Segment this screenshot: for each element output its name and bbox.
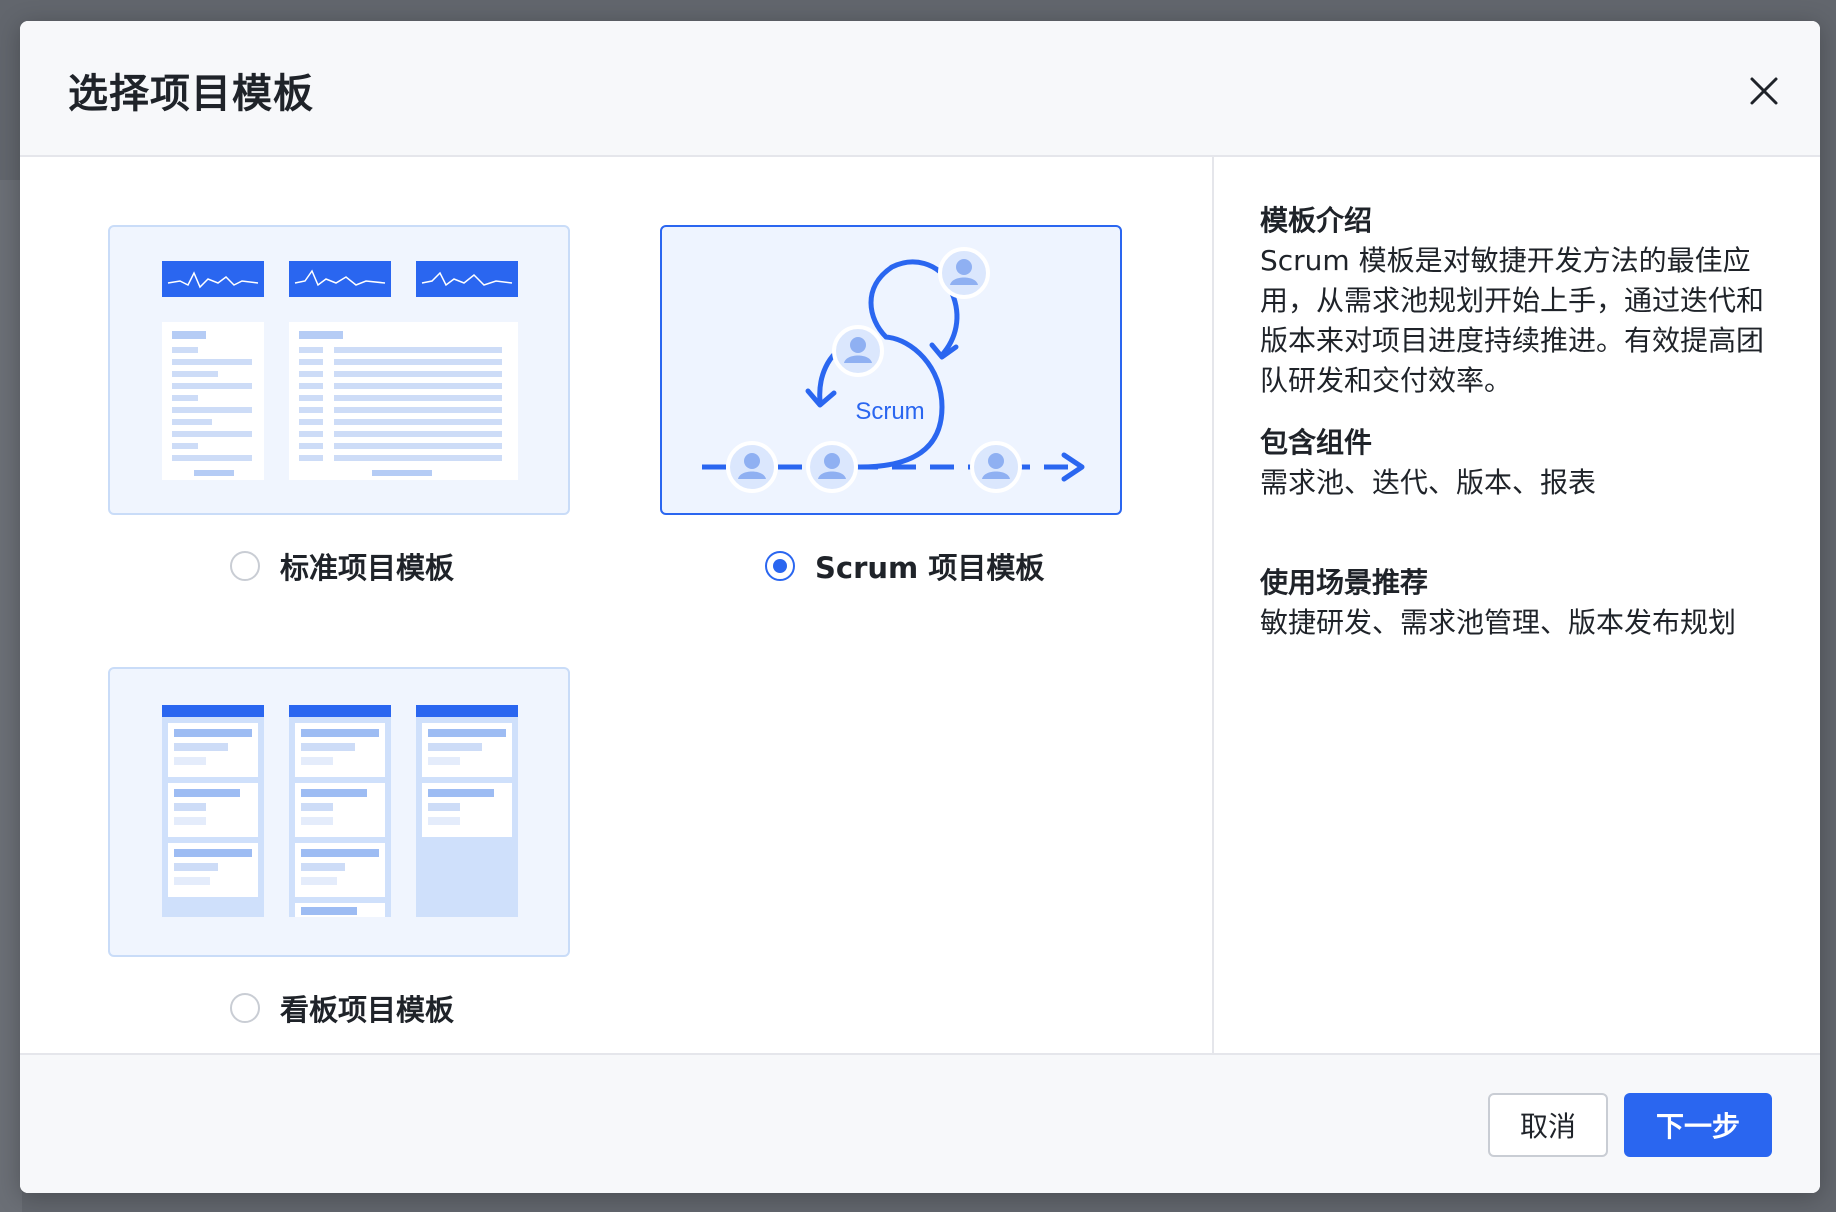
team-member-icon <box>726 441 778 493</box>
team-member-icon <box>970 441 1022 493</box>
template-select-dialog: 选择项目模板 标准项目模板 Scrum Scrum 项目模板 看板项目模板 模板… <box>20 21 1820 1193</box>
standard-template-label: 标准项目模板 <box>280 551 455 585</box>
kanban-template-illustration <box>162 705 518 917</box>
dialog-header: 选择项目模板 <box>20 21 1820 157</box>
intro-text: Scrum 模板是对敏捷开发方法的最佳应用，从需求池规划开始上手，通过迭代和版本… <box>1260 244 1765 397</box>
components-heading: 包含组件 <box>1260 426 1373 459</box>
scenarios-heading: 使用场景推荐 <box>1260 566 1429 599</box>
cancel-button[interactable]: 取消 <box>1488 1093 1608 1157</box>
scrum-template-card[interactable]: Scrum <box>660 225 1122 515</box>
scrum-diagram-label: Scrum <box>855 398 924 425</box>
scrum-template-label: Scrum 项目模板 <box>815 551 1045 585</box>
team-member-icon <box>832 325 884 377</box>
kanban-template-label: 看板项目模板 <box>280 993 455 1027</box>
kanban-template-card[interactable] <box>108 667 570 957</box>
standard-template-illustration <box>162 261 518 480</box>
close-button[interactable] <box>1740 67 1788 115</box>
scrum-template-illustration: Scrum <box>702 247 1085 493</box>
standard-template-card[interactable] <box>108 225 570 515</box>
intro-heading: 模板介绍 <box>1260 204 1373 237</box>
next-step-button[interactable]: 下一步 <box>1624 1093 1772 1157</box>
dialog-body: 标准项目模板 Scrum Scrum 项目模板 看板项目模板 模板介绍 Scru… <box>20 157 1820 1053</box>
dialog-footer: 取消 下一步 <box>20 1053 1820 1193</box>
team-member-icon <box>806 441 858 493</box>
team-member-icon <box>938 247 990 299</box>
dialog-title: 选择项目模板 <box>68 71 314 117</box>
scrum-template-option[interactable]: Scrum 项目模板 <box>765 545 1044 587</box>
standard-template-radio[interactable] <box>230 551 260 581</box>
standard-template-option[interactable]: 标准项目模板 <box>230 545 454 587</box>
template-list: 标准项目模板 Scrum Scrum 项目模板 看板项目模板 <box>20 157 1214 1053</box>
components-text: 需求池、迭代、版本、报表 <box>1260 466 1597 499</box>
kanban-template-radio[interactable] <box>230 993 260 1023</box>
kanban-template-option[interactable]: 看板项目模板 <box>230 987 454 1029</box>
background-sidebar <box>0 180 22 1212</box>
scenarios-text: 敏捷研发、需求池管理、版本发布规划 <box>1260 606 1737 639</box>
scrum-template-radio[interactable] <box>765 551 795 581</box>
close-icon <box>1750 77 1778 105</box>
